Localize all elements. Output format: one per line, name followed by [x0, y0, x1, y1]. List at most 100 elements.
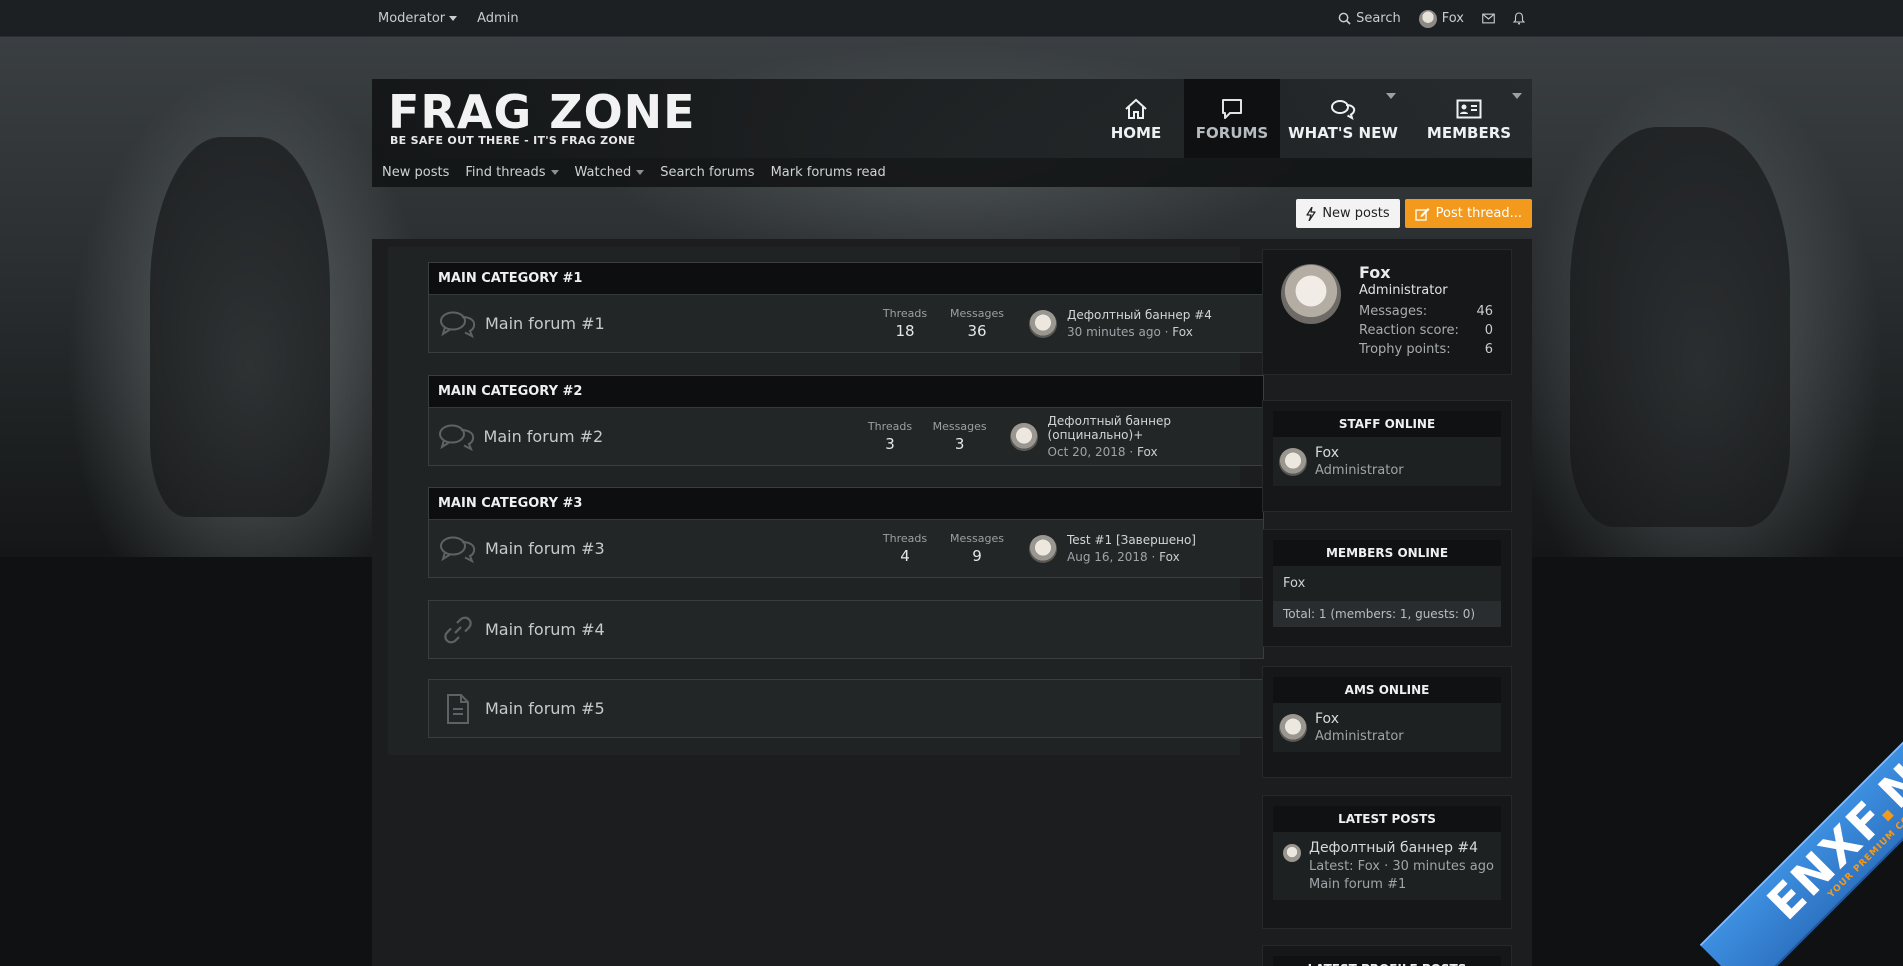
separator: ·	[1151, 550, 1156, 564]
profile-stats: Messages: 46 Reaction score: 0 Trophy po…	[1359, 302, 1493, 359]
nav-tab-home[interactable]: HOME	[1088, 79, 1184, 158]
subnav-watched-label: Watched	[574, 165, 632, 180]
stat-label: Reaction score:	[1359, 323, 1459, 338]
forum-title[interactable]: Main forum #1	[485, 314, 869, 333]
page-container: FRAG ZONE BE SAFE OUT THERE - IT'S FRAG …	[372, 79, 1532, 966]
avatar[interactable]	[1283, 844, 1301, 862]
last-post-user[interactable]: Fox	[1159, 550, 1180, 564]
comment-icon	[1220, 96, 1244, 122]
latest-post-title[interactable]: Дефолтный баннер #4	[1309, 840, 1494, 856]
last-post-title[interactable]: Дефолтный баннер #4	[1067, 308, 1212, 322]
avatar[interactable]	[1279, 447, 1307, 476]
category-block: MAIN CATEGORY #3 Main forum #3 Threads 4…	[428, 487, 1264, 578]
site-header: FRAG ZONE BE SAFE OUT THERE - IT'S FRAG …	[372, 79, 1532, 158]
visitor-panel: Fox Administrator Messages: 46 Reaction …	[1262, 249, 1512, 375]
search-link[interactable]: Search	[1338, 11, 1401, 26]
inbox-button[interactable]	[1482, 13, 1495, 24]
avatar[interactable]	[1010, 422, 1038, 451]
last-post-meta: Oct 20, 2018 · Fox	[1048, 445, 1263, 459]
online-member: Fox Administrator	[1273, 437, 1501, 486]
messages-count: 3	[954, 435, 965, 453]
avatar[interactable]	[1029, 534, 1057, 563]
category-title[interactable]: MAIN CATEGORY #2	[429, 376, 1263, 408]
nav-tab-members-label: MEMBERS	[1426, 123, 1512, 142]
avatar[interactable]	[1279, 713, 1307, 742]
stat-value[interactable]: 46	[1476, 302, 1493, 321]
widget-body: LATEST PROFILE POSTS	[1273, 956, 1501, 966]
latest-posts-widget: LATEST POSTS Дефолтный баннер #4 Latest:…	[1262, 795, 1512, 929]
last-post-time[interactable]: Oct 20, 2018	[1048, 445, 1126, 459]
last-post-title[interactable]: Дефолтный баннер (опцинально)+	[1048, 414, 1263, 442]
forum-row: Main forum #5	[429, 680, 1263, 737]
widget-title: LATEST PROFILE POSTS	[1273, 956, 1501, 966]
threads-stat: Threads 3	[855, 420, 925, 453]
page-actions: New posts Post thread...	[1296, 199, 1532, 228]
forum-title[interactable]: Main forum #5	[485, 699, 869, 718]
post-thread-button[interactable]: Post thread...	[1404, 199, 1532, 228]
category-title[interactable]: MAIN CATEGORY #1	[429, 263, 1263, 295]
last-post-time[interactable]: 30 minutes ago	[1067, 325, 1161, 339]
member-name[interactable]: Fox	[1315, 445, 1404, 461]
member-name[interactable]: Fox	[1315, 711, 1404, 727]
forum-row: Main forum #4	[429, 601, 1263, 658]
last-post-meta: 30 minutes ago · Fox	[1067, 325, 1212, 339]
subnav-watched[interactable]: Watched	[575, 165, 645, 180]
threads-stat: Threads 4	[869, 532, 941, 565]
forum-title[interactable]: Main forum #3	[485, 539, 869, 558]
stat-value[interactable]: 6	[1485, 340, 1493, 359]
caret-down-icon	[550, 170, 559, 175]
stat-label: Trophy points:	[1359, 342, 1451, 357]
latest-post-item: Дефолтный баннер #4 Latest: Fox · 30 min…	[1273, 832, 1501, 900]
subnav-find-threads[interactable]: Find threads	[465, 165, 559, 180]
subnav-search-forums[interactable]: Search forums	[660, 165, 754, 180]
comments-icon	[435, 309, 481, 339]
online-member: Fox Administrator	[1273, 703, 1501, 752]
online-member-link[interactable]: Fox	[1273, 566, 1501, 597]
forum-title[interactable]: Main forum #2	[484, 427, 856, 446]
subnav-new-posts[interactable]: New posts	[382, 165, 449, 180]
chevron-down-icon[interactable]	[1386, 93, 1396, 99]
new-posts-button[interactable]: New posts	[1296, 199, 1400, 228]
subnav-mark-read[interactable]: Mark forums read	[771, 165, 886, 180]
nav-tab-members[interactable]: MEMBERS	[1406, 79, 1532, 158]
forum-row: Main forum #2 Threads 3 Messages 3 Дефол…	[429, 408, 1263, 465]
forum-title[interactable]: Main forum #4	[485, 620, 869, 639]
stat-row-reaction: Reaction score: 0	[1359, 321, 1493, 340]
admin-link[interactable]: Admin	[477, 11, 518, 26]
nav-tab-forums[interactable]: FORUMS	[1184, 79, 1280, 158]
nav-tab-whats-new[interactable]: WHAT'S NEW	[1280, 79, 1406, 158]
avatar[interactable]	[1029, 309, 1057, 338]
latest-post-forum[interactable]: Main forum #1	[1309, 877, 1494, 892]
nav-tab-whats-new-label: WHAT'S NEW	[1288, 123, 1398, 142]
chevron-down-icon[interactable]	[1512, 93, 1522, 99]
avatar[interactable]	[1281, 264, 1341, 324]
last-post-user[interactable]: Fox	[1172, 325, 1193, 339]
threads-count: 18	[895, 322, 915, 340]
threads-count: 4	[900, 547, 910, 565]
ams-online-widget: AMS ONLINE Fox Administrator	[1262, 666, 1512, 778]
profile-name[interactable]: Fox	[1359, 263, 1391, 282]
threads-label: Threads	[882, 307, 928, 320]
bell-icon	[1513, 12, 1525, 25]
link-icon	[435, 614, 481, 646]
members-online-widget: MEMBERS ONLINE Fox Total: 1 (members: 1,…	[1262, 529, 1512, 647]
category-title[interactable]: MAIN CATEGORY #3	[429, 488, 1263, 520]
last-post-meta: Aug 16, 2018 · Fox	[1067, 550, 1196, 564]
messages-count: 9	[972, 547, 982, 565]
user-menu[interactable]: Fox	[1418, 9, 1464, 28]
stat-value: 0	[1484, 323, 1493, 338]
member-role: Administrator	[1315, 729, 1404, 744]
last-post-time[interactable]: Aug 16, 2018	[1067, 550, 1148, 564]
category-block: MAIN CATEGORY #1 Main forum #1 Threads 1…	[428, 262, 1264, 353]
widget-title: LATEST POSTS	[1273, 806, 1501, 832]
last-post-title[interactable]: Test #1 [Завершено]	[1067, 533, 1196, 547]
new-posts-button-label: New posts	[1322, 206, 1390, 221]
user-name: Fox	[1441, 11, 1464, 26]
moderator-menu[interactable]: Moderator	[378, 11, 458, 26]
watermark-ribbon: ENXF.NET YOUR PREMIUM COMMUNITY	[1699, 666, 1903, 966]
alerts-button[interactable]	[1513, 12, 1525, 25]
last-post-user[interactable]: Fox	[1137, 445, 1158, 459]
search-icon	[1338, 12, 1351, 25]
caret-down-icon	[636, 170, 645, 175]
site-logo[interactable]: FRAG ZONE	[388, 87, 696, 137]
